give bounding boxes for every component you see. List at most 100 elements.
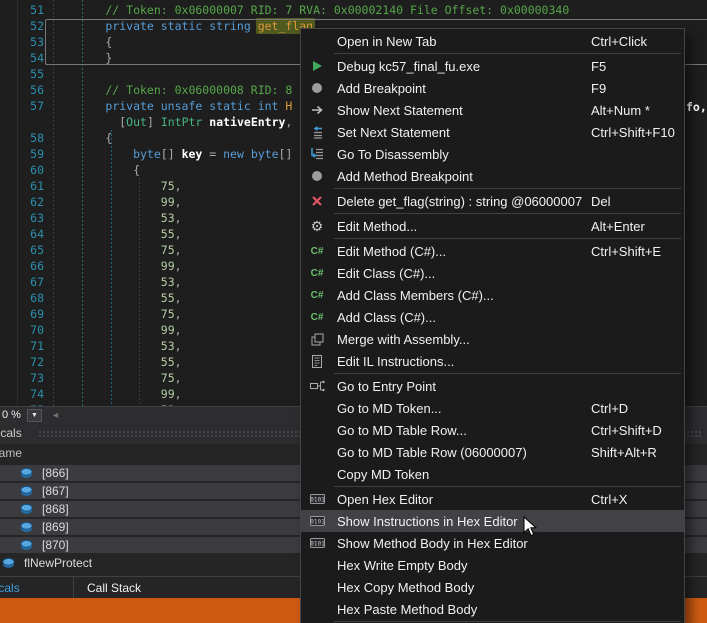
menu-item-show-instructions-in-hex-editor[interactable]: 0101Show Instructions in Hex Editor	[301, 510, 684, 532]
menu-separator	[334, 373, 681, 374]
code-text: 75,	[50, 306, 182, 322]
line-number: 51	[0, 2, 44, 18]
menu-item-show-next-statement[interactable]: Show Next StatementAlt+Num *	[301, 99, 684, 121]
menu-item-set-next-statement[interactable]: Set Next StatementCtrl+Shift+F10	[301, 121, 684, 143]
code-token: 99	[161, 259, 175, 273]
menu-item-shortcut: Ctrl+X	[591, 492, 627, 507]
code-text: 75,	[50, 242, 182, 258]
menu-item-label: Edit Method...	[337, 219, 417, 234]
code-overflow-fragment: fo,	[686, 100, 707, 114]
hex-icon: 0101	[304, 537, 330, 549]
menu-item-edit-method[interactable]: ⚙Edit Method...Alt+Enter	[301, 215, 684, 237]
code-text: 75,	[50, 370, 182, 386]
code-text: 99,	[50, 322, 182, 338]
code-text: 55,	[50, 226, 182, 242]
menu-item-go-to-entry-point[interactable]: Go to Entry Point	[301, 375, 684, 397]
code-token: ,	[175, 259, 182, 273]
menu-separator	[334, 238, 681, 239]
zoom-dropdown-button[interactable]: ▼	[27, 409, 42, 422]
menu-item-add-breakpoint[interactable]: Add Breakpoint F9	[301, 77, 684, 99]
code-token: ,	[175, 179, 182, 193]
code-token: {	[105, 131, 112, 145]
menu-item-shortcut: Shift+Alt+R	[591, 445, 657, 460]
locals-row-label: [869]	[42, 520, 69, 534]
menu-item-label: Show Next Statement	[337, 103, 463, 118]
code-text: 99,	[50, 386, 182, 402]
menu-item-shortcut: F5	[591, 59, 606, 74]
menu-item-label: Hex Copy Method Body	[337, 580, 474, 595]
code-line-51[interactable]: 51// Token: 0x06000007 RID: 7 RVA: 0x000…	[0, 2, 707, 18]
menu-item-merge-with-assembly[interactable]: Merge with Assembly...	[301, 328, 684, 350]
svg-text:0101: 0101	[310, 518, 325, 525]
code-token: ,	[175, 307, 182, 321]
menu-item-delete-get-flag-string-string-06000007[interactable]: Delete get_flag(string) : string @060000…	[301, 190, 684, 212]
line-number: 54	[0, 50, 44, 66]
tab-call-stack[interactable]: Call Stack	[74, 577, 141, 598]
menu-item-hex-copy-method-body[interactable]: Hex Copy Method Body	[301, 576, 684, 598]
menu-item-edit-il-instructions[interactable]: Edit IL Instructions...	[301, 350, 684, 372]
menu-item-open-in-new-tab[interactable]: Open in New TabCtrl+Click	[301, 30, 684, 52]
code-token: 55	[161, 227, 175, 241]
scrollbar-left-arrow-icon[interactable]: ◄	[51, 410, 60, 420]
code-text: {	[50, 162, 140, 178]
menu-item-go-to-md-token[interactable]: Go to MD Token...Ctrl+D	[301, 397, 684, 419]
line-number: 72	[0, 354, 44, 370]
menu-item-add-class-members-c[interactable]: C# Add Class Members (C#)...	[301, 284, 684, 306]
menu-item-label: Open Hex Editor	[337, 492, 433, 507]
code-text: 53,	[50, 210, 182, 226]
line-number: 57	[0, 98, 44, 114]
code-text: [Out] IntPtr nativeEntry,	[50, 114, 292, 130]
code-token: 99	[161, 323, 175, 337]
menu-item-shortcut: Del	[591, 194, 611, 209]
menu-item-go-to-md-table-row[interactable]: Go to MD Table Row...Ctrl+Shift+D	[301, 419, 684, 441]
tab-call-stack-label: Call Stack	[87, 581, 141, 595]
line-number: 67	[0, 274, 44, 290]
menu-item-label: Add Breakpoint	[337, 81, 426, 96]
menu-separator	[334, 188, 681, 189]
code-token: new byte	[223, 147, 278, 161]
menu-item-go-to-disassembly[interactable]: Go To Disassembly	[301, 143, 684, 165]
menu-item-add-method-breakpoint[interactable]: Add Method Breakpoint	[301, 165, 684, 187]
menu-item-copy-md-token[interactable]: Copy MD Token	[301, 463, 684, 485]
line-number: 66	[0, 258, 44, 274]
menu-item-label: Copy MD Token	[337, 467, 429, 482]
locals-row-label: [870]	[42, 538, 69, 552]
csharp-icon: C#	[304, 290, 330, 301]
menu-item-debug-kc57-final-fu-exe[interactable]: Debug kc57_final_fu.exeF5	[301, 55, 684, 77]
local-variable-icon	[20, 467, 33, 479]
menu-item-label: Go to MD Table Row (06000007)	[337, 445, 527, 460]
menu-separator	[334, 621, 681, 622]
menu-item-add-class-c[interactable]: C#Add Class (C#)...	[301, 306, 684, 328]
menu-item-label: Add Class Members (C#)...	[337, 288, 494, 303]
play-icon	[304, 60, 330, 72]
tab-locals[interactable]: Locals	[0, 577, 74, 598]
locals-row-label: [867]	[42, 484, 69, 498]
menu-item-hex-write-empty-body[interactable]: Hex Write Empty Body	[301, 554, 684, 576]
code-token: ]	[147, 115, 161, 129]
menu-item-show-method-body-in-hex-editor[interactable]: 0101Show Method Body in Hex Editor	[301, 532, 684, 554]
menu-item-open-hex-editor[interactable]: 0101 Open Hex Editor Ctrl+X	[301, 488, 684, 510]
menu-item-label: Add Class (C#)...	[337, 310, 436, 325]
code-token: ,	[175, 275, 182, 289]
menu-item-label: Hex Paste Method Body	[337, 602, 477, 617]
menu-item-edit-class-c[interactable]: C#Edit Class (C#)...	[301, 262, 684, 284]
code-text: {	[50, 130, 112, 146]
entry-point-icon	[304, 380, 330, 393]
csharp-icon: C#	[304, 268, 330, 279]
code-token: []	[279, 147, 293, 161]
context-menu: Open in New TabCtrl+Click Debug kc57_fina…	[300, 28, 685, 623]
line-number: 65	[0, 242, 44, 258]
code-token: ,	[285, 115, 292, 129]
menu-item-shortcut: F9	[591, 81, 606, 96]
code-token: ,	[175, 371, 182, 385]
code-token: {	[133, 163, 140, 177]
code-token: nativeEntry	[209, 115, 285, 129]
menu-item-label: Edit IL Instructions...	[337, 354, 454, 369]
code-token: Out	[126, 115, 147, 129]
menu-item-go-to-md-table-row-06000007[interactable]: Go to MD Table Row (06000007) Shift+Alt+R	[301, 441, 684, 463]
menu-item-hex-paste-method-body[interactable]: Hex Paste Method Body	[301, 598, 684, 620]
line-number: 60	[0, 162, 44, 178]
hex-icon: 0101	[304, 493, 330, 505]
delete-icon	[304, 195, 330, 207]
menu-item-edit-method-c[interactable]: C#Edit Method (C#)...Ctrl+Shift+E	[301, 240, 684, 262]
